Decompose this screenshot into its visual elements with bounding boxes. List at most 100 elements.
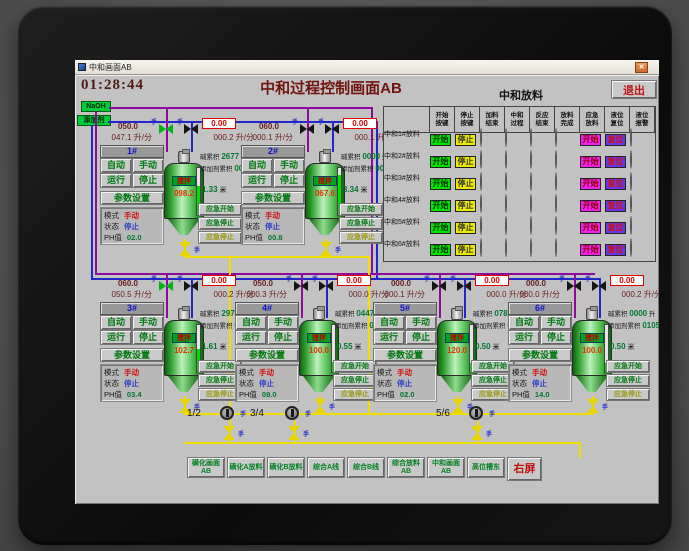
auto-button[interactable]: 自动 bbox=[241, 158, 273, 173]
tank-cone bbox=[168, 376, 200, 392]
discharge-valve-icon[interactable] bbox=[471, 426, 483, 440]
nav-button-9[interactable]: 右屏 bbox=[507, 457, 542, 481]
auto-button[interactable]: 自动 bbox=[100, 315, 132, 330]
level-reset-button[interactable]: 复位 bbox=[605, 156, 626, 168]
naoh-valve-icon[interactable] bbox=[300, 124, 314, 134]
pump-icon[interactable] bbox=[469, 406, 483, 420]
discharge-stop-button[interactable]: 停止 bbox=[455, 134, 476, 146]
params-button[interactable]: 参数设置 bbox=[508, 348, 572, 362]
params-button[interactable]: 参数设置 bbox=[241, 191, 305, 205]
indicator-level-alarm bbox=[630, 150, 632, 169]
stop-button[interactable]: 停止 bbox=[132, 173, 164, 188]
state-value: 停止 bbox=[124, 379, 139, 388]
nav-button-8[interactable]: 高位槽东 bbox=[467, 457, 505, 478]
emergency-discharge-button[interactable]: 开始 bbox=[580, 134, 601, 146]
run-button[interactable]: 运行 bbox=[508, 330, 540, 345]
params-button[interactable]: 参数设置 bbox=[100, 348, 164, 362]
auto-button[interactable]: 自动 bbox=[508, 315, 540, 330]
meters-label: 米 bbox=[219, 187, 227, 194]
emergency-stop-button[interactable]: 应急停止 bbox=[198, 217, 242, 230]
discharge-stop-button[interactable]: 停止 bbox=[455, 244, 476, 256]
manual-button[interactable]: 手动 bbox=[273, 158, 305, 173]
discharge-start-button[interactable]: 开始 bbox=[430, 222, 451, 234]
ph-value: 02.0 bbox=[126, 233, 142, 242]
level-reset-button[interactable]: 复位 bbox=[605, 244, 626, 256]
stop-button[interactable]: 停止 bbox=[267, 330, 299, 345]
indicator-level-alarm bbox=[630, 194, 632, 213]
stop-button[interactable]: 停止 bbox=[405, 330, 437, 345]
pump-icon[interactable] bbox=[220, 406, 234, 420]
level-reset-button[interactable]: 复位 bbox=[605, 200, 626, 212]
naoh-valve-icon[interactable] bbox=[159, 281, 173, 291]
discharge-valve-icon[interactable] bbox=[288, 426, 300, 440]
naoh-valve-icon[interactable] bbox=[294, 281, 308, 291]
discharge-stop-button[interactable]: 停止 bbox=[455, 200, 476, 212]
emergency-discharge-button[interactable]: 开始 bbox=[580, 178, 601, 190]
auto-button[interactable]: 自动 bbox=[373, 315, 405, 330]
level-reset-button[interactable]: 复位 bbox=[605, 222, 626, 234]
nav-button-3[interactable]: 磺化B放料 bbox=[267, 457, 305, 478]
manual-button[interactable]: 手动 bbox=[267, 315, 299, 330]
discharge-stop-button[interactable]: 停止 bbox=[455, 156, 476, 168]
discharge-stop-button[interactable]: 停止 bbox=[455, 178, 476, 190]
naoh-valve-icon[interactable] bbox=[432, 281, 446, 291]
nav-button-2[interactable]: 磺化A放料 bbox=[227, 457, 265, 478]
emergency-start-button[interactable]: 应急开始 bbox=[333, 360, 377, 373]
params-button[interactable]: 参数设置 bbox=[235, 348, 299, 362]
level-reset-button[interactable]: 复位 bbox=[605, 178, 626, 190]
manual-button[interactable]: 手动 bbox=[132, 158, 164, 173]
discharge-stop-button[interactable]: 停止 bbox=[455, 222, 476, 234]
run-button[interactable]: 运行 bbox=[100, 173, 132, 188]
additive-total-value: 0105 bbox=[642, 321, 659, 330]
level-reset-button[interactable]: 复位 bbox=[605, 134, 626, 146]
discharge-start-button[interactable]: 开始 bbox=[430, 200, 451, 212]
emergency-discharge-button[interactable]: 开始 bbox=[580, 222, 601, 234]
emergency-stop-button[interactable]: 应急停止 bbox=[339, 217, 383, 230]
manual-button[interactable]: 手动 bbox=[540, 315, 572, 330]
stop-button[interactable]: 停止 bbox=[132, 330, 164, 345]
emergency-discharge-button[interactable]: 开始 bbox=[580, 156, 601, 168]
auto-button[interactable]: 自动 bbox=[100, 158, 132, 173]
stop-button[interactable]: 停止 bbox=[540, 330, 572, 345]
tank-value: 067.6 bbox=[314, 189, 336, 198]
emergency-start-button[interactable]: 应急开始 bbox=[606, 360, 650, 373]
naoh-valve-icon[interactable] bbox=[567, 281, 581, 291]
nav-button-5[interactable]: 综合B线 bbox=[347, 457, 385, 478]
discharge-start-button[interactable]: 开始 bbox=[430, 178, 451, 190]
emergency-discharge-button[interactable]: 开始 bbox=[580, 244, 601, 256]
nav-button-1[interactable]: 磺化画面AB bbox=[187, 457, 225, 478]
emergency-stop-button-2[interactable]: 应急停止 bbox=[606, 388, 650, 401]
emergency-discharge-button[interactable]: 开始 bbox=[580, 200, 601, 212]
tank-value: 098.2 bbox=[173, 189, 195, 198]
stop-button[interactable]: 停止 bbox=[273, 173, 305, 188]
discharge-start-button[interactable]: 开始 bbox=[430, 244, 451, 256]
emergency-start-button[interactable]: 应急开始 bbox=[198, 203, 242, 216]
tablet-bezel: 中和画面AB ✕ 01:28:44 中和过程控制画面AB 中和放料 退出 NaO… bbox=[18, 6, 672, 545]
pump-icon[interactable] bbox=[285, 406, 299, 420]
run-button[interactable]: 运行 bbox=[100, 330, 132, 345]
emergency-start-button[interactable]: 应急开始 bbox=[339, 203, 383, 216]
run-button[interactable]: 运行 bbox=[235, 330, 267, 345]
emergency-stop-button-2[interactable]: 应急停止 bbox=[339, 231, 383, 244]
emergency-stop-button-2[interactable]: 应急停止 bbox=[333, 388, 377, 401]
manual-button[interactable]: 手动 bbox=[132, 315, 164, 330]
nav-button-4[interactable]: 综合A线 bbox=[307, 457, 345, 478]
emergency-stop-button[interactable]: 应急停止 bbox=[606, 374, 650, 387]
emergency-stop-button[interactable]: 应急停止 bbox=[333, 374, 377, 387]
params-button[interactable]: 参数设置 bbox=[373, 348, 437, 362]
nav-button-7[interactable]: 中和画面AB bbox=[427, 457, 465, 478]
emergency-stop-button-2[interactable]: 应急停止 bbox=[198, 231, 242, 244]
discharge-valve-icon[interactable] bbox=[223, 426, 235, 440]
discharge-start-button[interactable]: 开始 bbox=[430, 156, 451, 168]
exit-button[interactable]: 退出 bbox=[611, 80, 657, 99]
unit-status-box: 模式 手动 状态 停止 PH值 09.0 bbox=[235, 364, 299, 402]
naoh-valve-icon[interactable] bbox=[159, 124, 173, 134]
close-icon[interactable]: ✕ bbox=[635, 61, 648, 73]
params-button[interactable]: 参数设置 bbox=[100, 191, 164, 205]
run-button[interactable]: 运行 bbox=[373, 330, 405, 345]
auto-button[interactable]: 自动 bbox=[235, 315, 267, 330]
manual-button[interactable]: 手动 bbox=[405, 315, 437, 330]
discharge-start-button[interactable]: 开始 bbox=[430, 134, 451, 146]
run-button[interactable]: 运行 bbox=[241, 173, 273, 188]
nav-button-6[interactable]: 综合放料AB bbox=[387, 457, 425, 478]
